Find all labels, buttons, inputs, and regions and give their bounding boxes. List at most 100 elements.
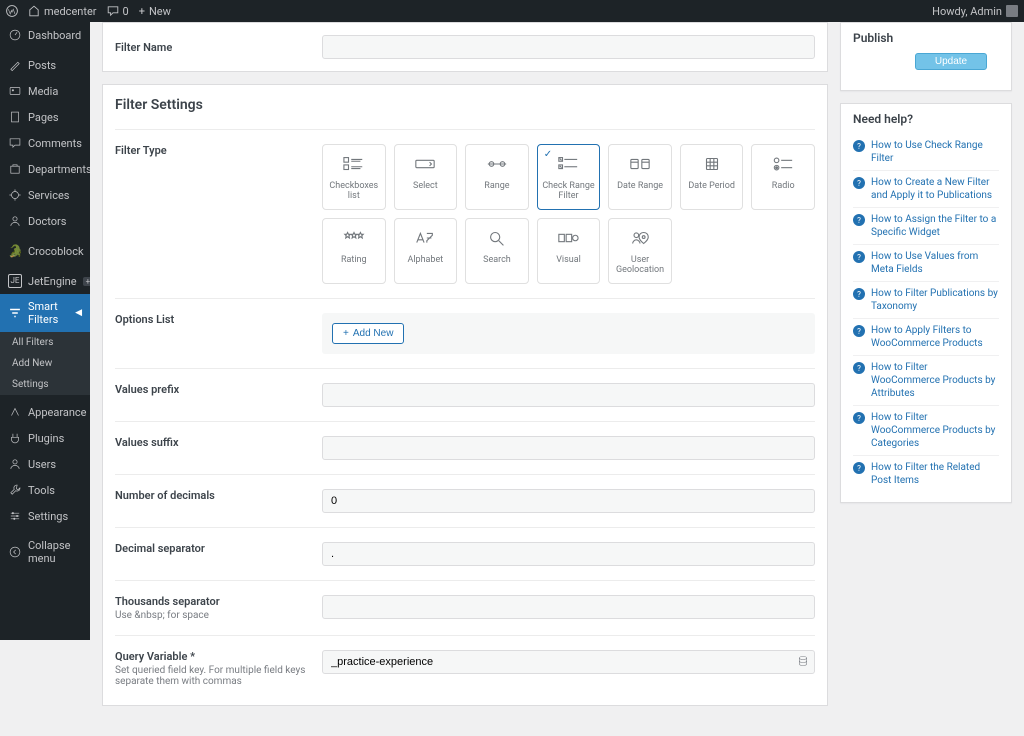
decimal-separator-label: Decimal separator — [115, 542, 322, 566]
menu-dashboard[interactable]: Dashboard — [0, 22, 90, 48]
help-item: ? How to Create a New Filter and Apply it… — [853, 171, 999, 208]
menu-users[interactable]: Users — [0, 451, 90, 477]
sf-settings[interactable]: Settings — [0, 374, 90, 395]
help-link[interactable]: How to Filter the Related Post Items — [871, 461, 999, 487]
menu-media[interactable]: Media — [0, 78, 90, 104]
filter-type-alphabet[interactable]: Alphabet — [394, 218, 458, 284]
help-link[interactable]: How to Create a New Filter and Apply it … — [871, 176, 999, 202]
site-name[interactable]: medcenter — [28, 5, 97, 18]
type-label: Date Period — [685, 181, 739, 191]
help-link[interactable]: How to Apply Filters to WooCommerce Prod… — [871, 324, 999, 350]
menu-smartfilters[interactable]: Smart Filters◀ — [0, 294, 90, 332]
type-label: Checkboxes list — [327, 181, 381, 201]
help-item: ? How to Apply Filters to WooCommerce Pro… — [853, 319, 999, 356]
filter-type-rating[interactable]: Rating — [322, 218, 386, 284]
filter-name-input[interactable] — [322, 35, 815, 59]
new-content[interactable]: +New — [139, 5, 171, 18]
publish-title: Publish — [841, 23, 1011, 53]
menu-posts[interactable]: Posts — [0, 52, 90, 78]
help-icon: ? — [853, 140, 865, 152]
help-item: ? How to Filter WooCommerce Products by A… — [853, 356, 999, 406]
help-link[interactable]: How to Filter WooCommerce Products by At… — [871, 361, 999, 400]
filter-type-radio[interactable]: Radio — [751, 144, 815, 210]
decimals-label: Number of decimals — [115, 489, 322, 513]
menu-tools[interactable]: Tools — [0, 477, 90, 503]
help-icon: ? — [853, 462, 865, 474]
help-icon: ? — [853, 362, 865, 374]
menu-departments[interactable]: Departments — [0, 156, 90, 182]
menu-plugins[interactable]: Plugins — [0, 425, 90, 451]
options-list-label: Options List — [115, 313, 322, 354]
type-icon — [470, 155, 524, 173]
filter-type-checkboxes-list[interactable]: Checkboxes list — [322, 144, 386, 210]
help-item: ? How to Use Values from Meta Fields — [853, 245, 999, 282]
type-label: Alphabet — [399, 255, 453, 265]
type-label: Radio — [756, 181, 810, 191]
add-new-option-button[interactable]: +Add New — [332, 323, 404, 344]
help-icon: ? — [853, 251, 865, 263]
filter-type-user-geolocation[interactable]: User Geolocation — [608, 218, 672, 284]
help-icon: ? — [853, 325, 865, 337]
filter-type-label: Filter Type — [115, 144, 322, 284]
type-icon — [685, 155, 739, 173]
decimal-separator-input[interactable] — [322, 542, 815, 566]
type-icon — [613, 229, 667, 247]
filter-settings-title: Filter Settings — [115, 97, 815, 113]
menu-appearance[interactable]: Appearance — [0, 399, 90, 425]
thousands-hint: Use &nbsp; for space — [115, 610, 322, 621]
menu-settings[interactable]: Settings — [0, 503, 90, 529]
update-button[interactable]: Update — [915, 53, 987, 70]
avatar — [1006, 5, 1018, 17]
sf-add-new[interactable]: Add New — [0, 353, 90, 374]
type-label: Date Range — [613, 181, 667, 191]
sf-all-filters[interactable]: All Filters — [0, 332, 90, 353]
help-icon: ? — [853, 288, 865, 300]
menu-jetengine[interactable]: JEJetEngine+5 — [0, 268, 90, 294]
type-label: Check Range Filter — [542, 181, 596, 201]
menu-crocoblock[interactable]: 🐊Crocoblock — [0, 238, 90, 264]
howdy-account[interactable]: Howdy, Admin — [932, 5, 1018, 18]
help-link[interactable]: How to Filter WooCommerce Products by Ca… — [871, 411, 999, 450]
help-link[interactable]: How to Assign the Filter to a Specific W… — [871, 213, 999, 239]
help-link[interactable]: How to Use Values from Meta Fields — [871, 250, 999, 276]
filter-type-date-range[interactable]: Date Range — [608, 144, 672, 210]
menu-services[interactable]: Services — [0, 182, 90, 208]
query-variable-input[interactable] — [322, 650, 815, 674]
help-item: ? How to Filter the Related Post Items — [853, 456, 999, 492]
type-icon — [756, 155, 810, 173]
submenu-smartfilters: All Filters Add New Settings — [0, 332, 90, 395]
filter-type-visual[interactable]: Visual — [537, 218, 601, 284]
filter-type-range[interactable]: Range — [465, 144, 529, 210]
type-label: Search — [470, 255, 524, 265]
help-icon: ? — [853, 177, 865, 189]
help-icon: ? — [853, 412, 865, 424]
database-icon[interactable] — [797, 655, 809, 667]
menu-doctors[interactable]: Doctors — [0, 208, 90, 234]
type-icon — [399, 229, 453, 247]
filter-type-check-range-filter[interactable]: Check Range Filter — [537, 144, 601, 210]
type-label: Rating — [327, 255, 381, 265]
values-suffix-input[interactable] — [322, 436, 815, 460]
help-item: ? How to Use Check Range Filter — [853, 134, 999, 171]
type-icon — [399, 155, 453, 173]
type-label: Visual — [542, 255, 596, 265]
type-label: Select — [399, 181, 453, 191]
help-item: ? How to Filter WooCommerce Products by C… — [853, 406, 999, 456]
menu-pages[interactable]: Pages — [0, 104, 90, 130]
thousands-separator-input[interactable] — [322, 595, 815, 619]
query-variable-hint: Set queried field key. For multiple fiel… — [115, 665, 322, 687]
help-link[interactable]: How to Filter Publications by Taxonomy — [871, 287, 999, 313]
filter-type-date-period[interactable]: Date Period — [680, 144, 744, 210]
menu-comments[interactable]: Comments — [0, 130, 90, 156]
comments-count[interactable]: 0 — [107, 5, 129, 18]
filter-type-select[interactable]: Select — [394, 144, 458, 210]
type-icon — [470, 229, 524, 247]
values-prefix-label: Values prefix — [115, 383, 322, 407]
decimals-input[interactable] — [322, 489, 815, 513]
collapse-menu[interactable]: Collapse menu — [0, 533, 90, 571]
filter-name-label: Filter Name — [115, 41, 310, 54]
wp-logo[interactable] — [6, 5, 18, 17]
filter-type-search[interactable]: Search — [465, 218, 529, 284]
help-link[interactable]: How to Use Check Range Filter — [871, 139, 999, 165]
values-prefix-input[interactable] — [322, 383, 815, 407]
